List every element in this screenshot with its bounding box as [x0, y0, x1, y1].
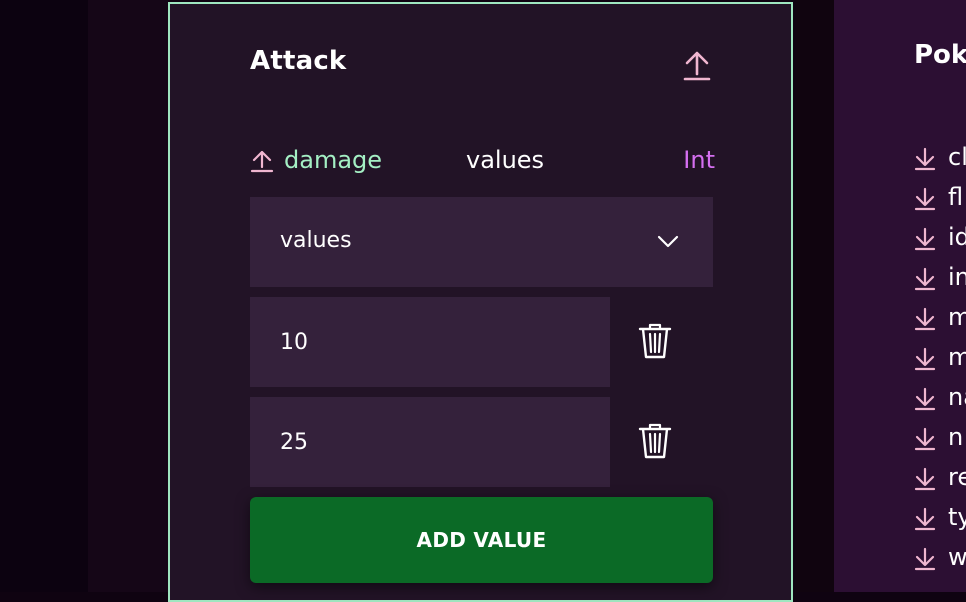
download-icon[interactable]: [914, 227, 936, 251]
trash-icon[interactable]: [638, 422, 672, 460]
field-item-label: fl: [948, 183, 964, 211]
field-item-label: n: [948, 423, 964, 451]
field-item-label: w: [948, 543, 966, 571]
chevron-down-icon: [657, 233, 679, 249]
download-icon[interactable]: [914, 547, 936, 571]
value-input[interactable]: [250, 297, 610, 387]
background-gap: [796, 0, 834, 592]
download-icon[interactable]: [914, 307, 936, 331]
attack-card: Attack damage values Int values 10 25 AD…: [168, 2, 793, 602]
kind-select[interactable]: values: [250, 197, 713, 287]
field-kind: values: [466, 146, 545, 174]
field-item-label: re: [948, 463, 966, 491]
background-strip: [88, 0, 168, 592]
download-icon[interactable]: [914, 347, 936, 371]
pokemon-panel: Poke cl fl id in m m na n re ty w: [834, 0, 966, 592]
value-input[interactable]: [250, 397, 610, 487]
field-item-label: in: [948, 263, 966, 291]
field-item-label: cl: [948, 143, 966, 171]
add-value-button[interactable]: ADD VALUE: [250, 497, 713, 583]
field-item-label: na: [948, 383, 966, 411]
download-icon[interactable]: [914, 467, 936, 491]
select-value: values: [280, 228, 352, 253]
download-icon[interactable]: [914, 147, 936, 171]
download-icon[interactable]: [914, 427, 936, 451]
card-title: Attack: [250, 46, 347, 76]
field-item-label: m: [948, 343, 966, 371]
panel-title: Poke: [914, 40, 966, 70]
upload-icon[interactable]: [250, 149, 274, 173]
download-icon[interactable]: [914, 187, 936, 211]
field-header: damage values Int: [250, 144, 715, 178]
field-type: Int: [683, 146, 715, 174]
download-icon[interactable]: [914, 507, 936, 531]
trash-icon[interactable]: [638, 322, 672, 360]
field-item-label: ty: [948, 503, 966, 531]
upload-icon[interactable]: [682, 48, 712, 82]
background-strip: [0, 0, 88, 592]
field-item-label: id: [948, 223, 966, 251]
field-name: damage: [284, 146, 383, 174]
download-icon[interactable]: [914, 387, 936, 411]
field-item-label: m: [948, 303, 966, 331]
download-icon[interactable]: [914, 267, 936, 291]
